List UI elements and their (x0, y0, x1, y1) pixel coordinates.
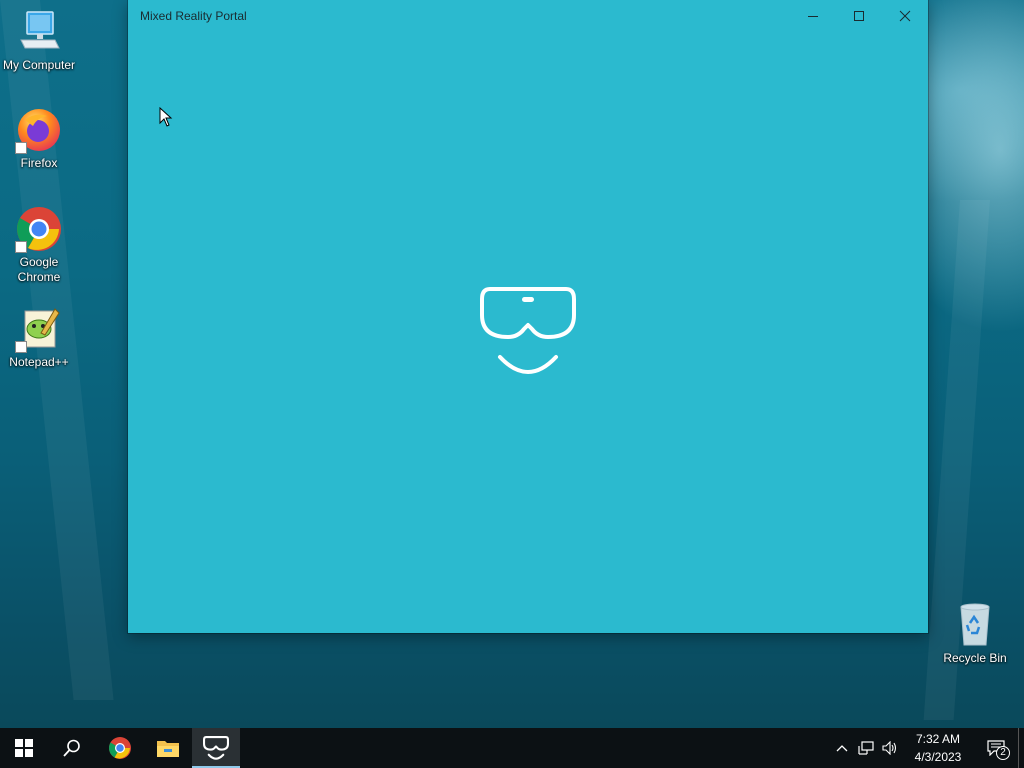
desktop-icon-label: Notepad++ (9, 355, 69, 369)
search-button[interactable] (48, 728, 96, 768)
maximize-icon (854, 11, 864, 21)
notification-count-badge: 2 (996, 746, 1010, 760)
start-button[interactable] (0, 728, 48, 768)
network-icon (858, 741, 874, 755)
firefox-icon (15, 106, 63, 154)
taskbar-chrome-button[interactable] (96, 728, 144, 768)
chrome-icon (109, 737, 131, 759)
search-icon (63, 739, 80, 757)
desktop: My Computer Firefox Google Chrome Notepa… (0, 0, 1024, 768)
mixed-reality-portal-window[interactable]: Mixed Reality Portal (128, 0, 928, 633)
shortcut-arrow-icon (15, 142, 27, 154)
volume-icon (882, 741, 897, 755)
minimize-icon (808, 16, 818, 17)
taskbar-clock[interactable]: 7:32 AM 4/3/2023 (902, 730, 974, 766)
close-button[interactable] (882, 0, 928, 32)
desktop-icon-chrome[interactable]: Google Chrome (0, 205, 79, 285)
close-icon (899, 10, 911, 22)
desktop-icon-my-computer[interactable]: My Computer (0, 8, 79, 73)
window-title: Mixed Reality Portal (140, 9, 247, 23)
clock-time: 7:32 AM (915, 732, 961, 746)
volume-button[interactable] (878, 728, 902, 768)
recycle-bin-icon (951, 601, 999, 649)
desktop-icon-label: Recycle Bin (943, 651, 1007, 665)
system-tray: 7:32 AM 4/3/2023 2 (830, 728, 1024, 768)
desktop-icon-label: Google Chrome (17, 255, 61, 284)
network-button[interactable] (854, 728, 878, 768)
chrome-icon (15, 205, 63, 253)
desktop-icon-label: Firefox (20, 156, 58, 170)
desktop-icon-recycle-bin[interactable]: Recycle Bin (935, 601, 1015, 666)
action-center-button[interactable]: 2 (974, 728, 1018, 768)
taskbar-mixed-reality-portal-button[interactable] (192, 728, 240, 768)
show-hidden-icons-button[interactable] (830, 728, 854, 768)
shortcut-arrow-icon (15, 341, 27, 353)
mouse-cursor-icon (159, 107, 173, 127)
show-desktop-button[interactable] (1018, 728, 1024, 768)
maximize-button[interactable] (836, 0, 882, 32)
desktop-icon-label: My Computer (2, 58, 76, 72)
mixed-reality-portal-icon (203, 736, 229, 760)
taskbar: 7:32 AM 4/3/2023 2 (0, 728, 1024, 768)
desktop-icon-notepadpp[interactable]: Notepad++ (0, 305, 79, 370)
minimize-button[interactable] (790, 0, 836, 32)
window-titlebar[interactable]: Mixed Reality Portal (128, 0, 928, 32)
computer-icon (15, 8, 63, 56)
notepadpp-icon (15, 305, 63, 353)
mixed-reality-headset-icon (478, 285, 578, 377)
chevron-up-icon (836, 745, 848, 752)
taskbar-file-explorer-button[interactable] (144, 728, 192, 768)
shortcut-arrow-icon (15, 241, 27, 253)
clock-date: 4/3/2023 (914, 750, 962, 764)
start-icon (15, 739, 33, 757)
file-explorer-icon (157, 741, 179, 757)
desktop-icon-firefox[interactable]: Firefox (0, 106, 79, 171)
